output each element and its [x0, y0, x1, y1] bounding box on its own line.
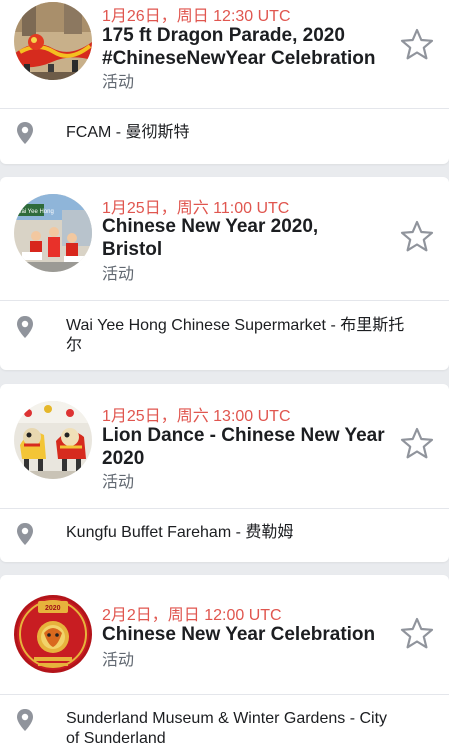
event-location[interactable]: Kungfu Buffet Fareham - 费勒姆 [66, 523, 438, 543]
event-card[interactable]: Wai Yee Hong 1月25日，周六 11:00 UTC Chinese … [0, 177, 449, 370]
event-title[interactable]: Chinese New Year 2020, Bristol [102, 215, 394, 261]
event-card[interactable]: 1月26日，周日 12:30 UTC 175 ft Dragon Parade,… [0, 0, 449, 164]
event-title-line: Chinese New Year 2020, [102, 216, 319, 237]
event-location[interactable]: Wai Yee Hong Chinese Supermarket - 布里斯托 … [66, 316, 438, 356]
event-location-line: Sunderland Museum & Winter Gardens - Cit… [66, 710, 388, 727]
divider [0, 694, 449, 695]
event-title-line: #ChineseNewYear Celebration [102, 48, 376, 69]
event-title-line: Chinese New Year Celebration [102, 624, 376, 645]
event-location[interactable]: FCAM - 曼彻斯特 [66, 123, 438, 143]
event-date: 1月25日，周六 13:00 UTC [102, 408, 291, 425]
star-icon[interactable] [398, 26, 436, 64]
event-location-line: of Sunderland [66, 730, 166, 747]
location-pin-icon [15, 315, 35, 339]
location-pin-icon [15, 708, 35, 732]
event-date: 1月26日，周日 12:30 UTC [102, 8, 291, 25]
event-location-line: Wai Yee Hong Chinese Supermarket - 布里斯托 [66, 317, 405, 334]
event-location[interactable]: Sunderland Museum & Winter Gardens - Cit… [66, 709, 438, 749]
location-pin-icon [15, 522, 35, 546]
thumbnail-sign-text: Wai Yee Hong [16, 209, 54, 215]
star-icon[interactable] [398, 425, 436, 463]
divider [0, 300, 449, 301]
event-date: 2月2日，周日 12:00 UTC [102, 607, 282, 624]
star-icon[interactable] [398, 218, 436, 256]
event-card[interactable]: 1月25日，周六 13:00 UTC Lion Dance - Chinese … [0, 384, 449, 562]
thumbnail-year-text: 2020 [45, 605, 61, 612]
event-type: 活动 [102, 474, 135, 491]
event-type: 活动 [102, 652, 135, 669]
event-title-line: 175 ft Dragon Parade, 2020 [102, 25, 345, 46]
event-thumbnail-bristol[interactable]: Wai Yee Hong [14, 194, 92, 272]
event-type: 活动 [102, 266, 135, 283]
event-title-line: 2020 [102, 448, 145, 469]
divider [0, 108, 449, 109]
event-thumbnail-sunderland[interactable]: 2020 [14, 595, 92, 673]
event-thumbnail-lion-dance[interactable] [14, 401, 92, 479]
event-title[interactable]: Chinese New Year Celebration [102, 623, 394, 646]
event-thumbnail-dragon-parade[interactable] [14, 2, 92, 80]
event-title[interactable]: Lion Dance - Chinese New Year 2020 [102, 424, 394, 470]
star-icon[interactable] [398, 615, 436, 653]
event-title-line: Bristol [102, 239, 163, 260]
event-title[interactable]: 175 ft Dragon Parade, 2020 #ChineseNewYe… [102, 24, 394, 70]
event-location-line: 尔 [66, 337, 83, 354]
event-card[interactable]: 2020 2月2日，周日 12:00 UTC Chinese New Year … [0, 575, 449, 749]
event-title-line: Lion Dance - Chinese New Year [102, 425, 385, 446]
location-pin-icon [15, 121, 35, 145]
divider [0, 508, 449, 509]
event-type: 活动 [102, 74, 135, 91]
